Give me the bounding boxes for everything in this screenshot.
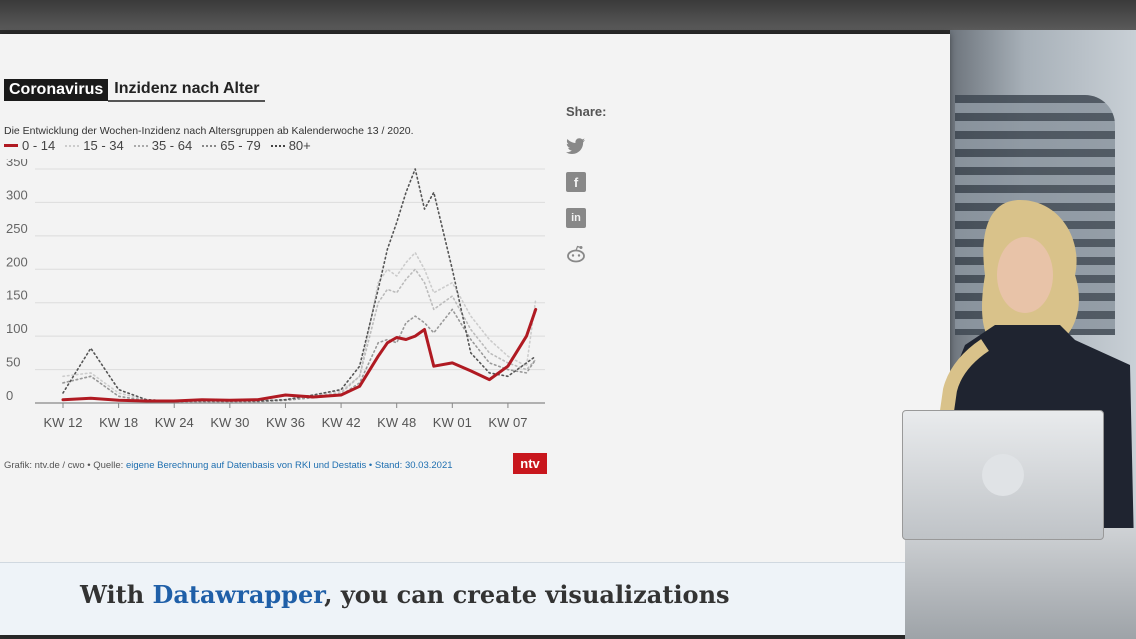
twitter-icon[interactable] <box>566 136 586 156</box>
promo-prefix: With <box>80 580 153 609</box>
promo-brand[interactable]: Datawrapper <box>153 580 325 609</box>
legend-swatch <box>270 144 285 147</box>
laptop <box>902 410 1104 540</box>
legend-label: 80+ <box>288 138 311 153</box>
footer-stand: • Stand: 30.03.2021 <box>366 460 453 471</box>
x-tick-label: KW 30 <box>210 415 249 430</box>
legend-item: 80+ <box>270 138 311 153</box>
linkedin-icon[interactable]: in <box>566 208 586 228</box>
x-tick-label: KW 01 <box>433 415 472 430</box>
legend-swatch <box>65 144 80 147</box>
y-tick-label: 50 <box>6 355 20 370</box>
x-tick-label: KW 42 <box>322 415 361 430</box>
y-tick-label: 300 <box>6 187 28 202</box>
reddit-icon[interactable] <box>566 244 586 264</box>
y-tick-label: 250 <box>6 221 28 236</box>
y-tick-label: 0 <box>6 388 13 403</box>
chart-footer: Grafik: ntv.de / cwo • Quelle: eigene Be… <box>4 460 453 471</box>
y-tick-label: 350 <box>6 159 28 169</box>
series-line-80+ <box>62 168 537 402</box>
legend-label: 15 - 34 <box>83 138 124 153</box>
x-tick-label: KW 12 <box>43 415 82 430</box>
chart-subtitle: Die Entwicklung der Wochen-Inzidenz nach… <box>4 125 414 137</box>
title-main: Inzidenz nach Alter <box>108 78 266 102</box>
legend-item: 65 - 79 <box>202 138 261 153</box>
title-tag: Coronavirus <box>4 79 109 101</box>
legend-label: 35 - 64 <box>151 138 193 153</box>
laptop-logo <box>982 454 1024 496</box>
presenter-desk <box>905 528 1136 639</box>
x-tick-label: KW 48 <box>377 415 416 430</box>
promo-suffix: , you can create visualizations <box>324 580 730 609</box>
y-tick-label: 100 <box>6 321 28 336</box>
legend-label: 65 - 79 <box>220 138 261 153</box>
x-tick-label: KW 36 <box>266 415 305 430</box>
legend-swatch <box>133 144 148 147</box>
legend-item: 15 - 34 <box>65 138 124 153</box>
studio-background-top <box>0 0 1136 30</box>
facebook-icon[interactable]: f <box>566 172 586 192</box>
legend-item: 35 - 64 <box>133 138 193 153</box>
x-tick-label: KW 18 <box>99 415 138 430</box>
legend-item: 0 - 14 <box>4 138 55 153</box>
legend-swatch <box>202 144 217 147</box>
line-chart: 0 50 100 150 200 250 300 350 KW 12 KW 18 KW 24 KW 3… <box>6 159 545 430</box>
legend-label: 0 - 14 <box>22 138 56 153</box>
promo-text: With Datawrapper, you can create visuali… <box>80 580 730 609</box>
y-tick-label: 150 <box>6 288 28 303</box>
source-link[interactable]: eigene Berechnung auf Datenbasis von RKI… <box>126 460 366 471</box>
chart-title: Coronavirus Inzidenz nach Alter <box>4 78 266 102</box>
share-label: Share: <box>566 104 607 119</box>
y-tick-label: 200 <box>6 254 28 269</box>
x-tick-label: KW 07 <box>488 415 527 430</box>
x-tick-label: KW 24 <box>155 415 194 430</box>
ntv-logo: ntv <box>513 453 547 474</box>
legend-swatch <box>4 144 18 147</box>
display-screen: Coronavirus Inzidenz nach Alter Die Entw… <box>0 34 950 635</box>
chart-legend: 0 - 14 15 - 34 35 - 64 65 - 79 80+ <box>4 138 311 153</box>
series-line-35-64 <box>62 268 537 402</box>
footer-prefix: Grafik: ntv.de / cwo • Quelle: <box>4 460 126 471</box>
